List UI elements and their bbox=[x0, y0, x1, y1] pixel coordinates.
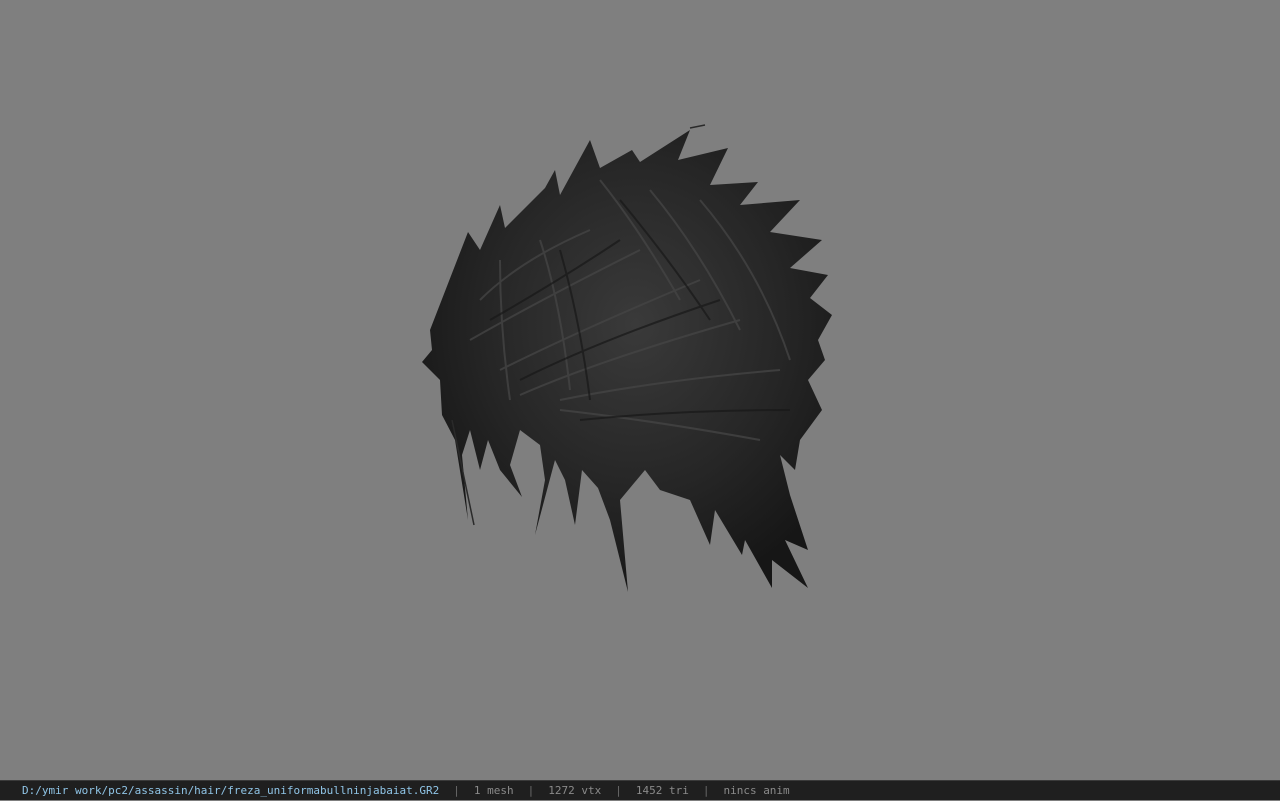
status-separator: | bbox=[453, 783, 460, 797]
vertex-count: 1272 vtx bbox=[548, 783, 602, 797]
hair-mass bbox=[422, 130, 832, 592]
3d-viewport[interactable] bbox=[0, 0, 1280, 780]
triangle-count: 1452 tri bbox=[635, 783, 689, 797]
status-bar: D:/ymir work/pc2/assassin/hair/freza_uni… bbox=[0, 780, 1280, 800]
status-separator: | bbox=[702, 783, 710, 797]
animation-status: nincs anim bbox=[723, 783, 790, 797]
status-separator: | bbox=[615, 783, 622, 797]
mesh-count: 1 mesh bbox=[473, 783, 514, 797]
model-file-path: D:/ymir work/pc2/assassin/hair/freza_uni… bbox=[22, 783, 440, 797]
hair-model[interactable] bbox=[0, 0, 1280, 780]
status-separator: | bbox=[527, 783, 535, 797]
